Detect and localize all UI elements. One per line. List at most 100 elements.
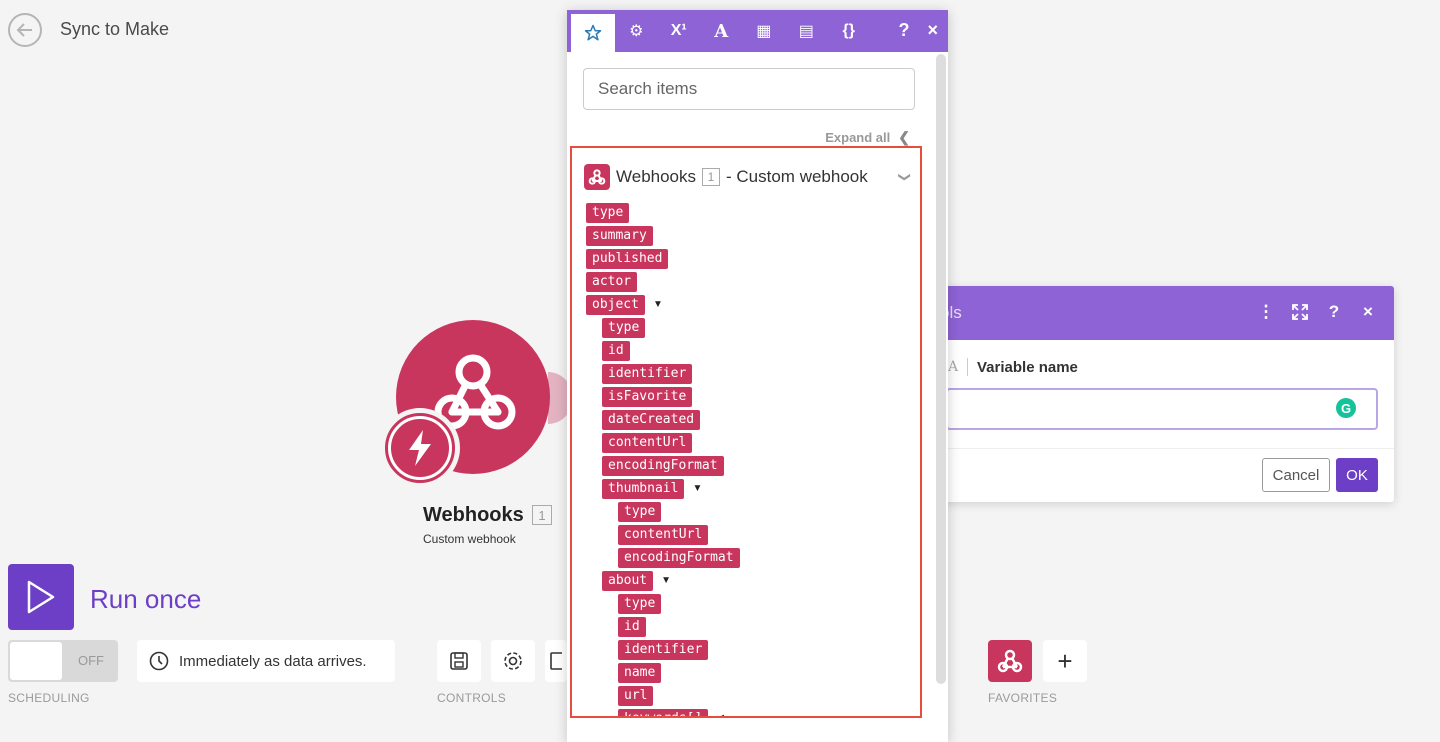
tree-item[interactable]: type bbox=[572, 201, 920, 224]
tree-item[interactable]: type bbox=[572, 592, 920, 615]
module-name: Webhooks bbox=[423, 504, 524, 526]
item-pill[interactable]: contentUrl bbox=[618, 524, 709, 545]
expand-all-label: Expand all bbox=[825, 130, 891, 145]
tree-item[interactable]: thumbnail ▼ bbox=[572, 477, 920, 500]
tree-item[interactable]: keywords[] ◀ bbox=[572, 707, 920, 716]
expand-icon[interactable] bbox=[1292, 300, 1308, 324]
variable-name-field[interactable]: G bbox=[946, 388, 1378, 430]
run-once-button[interactable] bbox=[8, 564, 74, 630]
item-pill[interactable]: identifier bbox=[618, 639, 709, 660]
tree-item[interactable]: actor bbox=[572, 270, 920, 293]
clock-icon bbox=[149, 651, 169, 671]
tree-header[interactable]: Webhooks 1 - Custom webhook bbox=[584, 164, 868, 190]
caret-down-icon[interactable]: ▼ bbox=[692, 483, 702, 494]
tree-item[interactable]: contentUrl bbox=[572, 431, 920, 454]
add-favorite-button[interactable]: + bbox=[1043, 640, 1087, 682]
caret-down-icon[interactable]: ▼ bbox=[653, 299, 663, 310]
more-icon[interactable]: ⋮ bbox=[1258, 300, 1275, 324]
item-pill[interactable]: about bbox=[602, 570, 654, 591]
variable-name-label: Variable name bbox=[977, 359, 1078, 376]
item-pill[interactable]: type bbox=[618, 501, 662, 522]
calendar-icon: ▦ bbox=[756, 23, 772, 40]
tab-general[interactable]: ⚙ bbox=[615, 10, 658, 52]
module-number: 1 bbox=[532, 505, 552, 525]
webhook-output-tree: Webhooks 1 - Custom webhook ❯ type summar… bbox=[570, 146, 922, 718]
tree-item[interactable]: encodingFormat bbox=[572, 454, 920, 477]
tree-item[interactable]: identifier bbox=[572, 638, 920, 661]
search-input[interactable]: Search items bbox=[583, 68, 915, 110]
item-pill[interactable]: isFavorite bbox=[602, 386, 693, 407]
favorite-webhooks-button[interactable] bbox=[988, 640, 1032, 682]
tree-item[interactable]: id bbox=[572, 615, 920, 638]
table-icon: ▤ bbox=[798, 23, 814, 40]
item-pill[interactable]: thumbnail bbox=[602, 478, 685, 499]
tree-item[interactable]: published bbox=[572, 247, 920, 270]
tree-item[interactable]: identifier bbox=[572, 362, 920, 385]
item-pill[interactable]: dateCreated bbox=[602, 409, 701, 430]
item-pill[interactable]: actor bbox=[586, 271, 638, 292]
close-icon[interactable]: × bbox=[1360, 300, 1376, 324]
item-pill[interactable]: type bbox=[586, 202, 630, 223]
item-pill[interactable]: url bbox=[618, 685, 654, 706]
scenario-title[interactable]: Sync to Make bbox=[60, 19, 169, 40]
ok-button[interactable]: OK bbox=[1336, 458, 1378, 492]
mapping-panel: ⚙ X¹ A ▦ ▤ {} ? × Search items Expand al… bbox=[567, 10, 948, 742]
tab-json[interactable]: {} bbox=[828, 10, 871, 52]
item-pill[interactable]: type bbox=[602, 317, 646, 338]
tree-item[interactable]: name bbox=[572, 661, 920, 684]
tab-math[interactable]: X¹ bbox=[658, 10, 701, 52]
tree-item[interactable]: encodingFormat bbox=[572, 546, 920, 569]
item-pill[interactable]: name bbox=[618, 662, 662, 683]
tree-item[interactable]: id bbox=[572, 339, 920, 362]
tree-item[interactable]: type bbox=[572, 500, 920, 523]
scheduling-toggle[interactable]: OFF bbox=[8, 640, 118, 682]
arrow-left-icon bbox=[16, 23, 32, 37]
module-subtitle: Custom webhook bbox=[423, 532, 516, 546]
help-icon[interactable]: ? bbox=[1326, 300, 1342, 324]
tree-item[interactable]: contentUrl bbox=[572, 523, 920, 546]
notes-button[interactable] bbox=[545, 640, 567, 682]
item-pill[interactable]: type bbox=[618, 593, 662, 614]
cancel-button[interactable]: Cancel bbox=[1262, 458, 1330, 492]
close-icon[interactable]: × bbox=[927, 20, 938, 41]
grammarly-icon[interactable]: G bbox=[1336, 398, 1356, 418]
item-pill[interactable]: object bbox=[586, 294, 645, 315]
schedule-setting[interactable]: Immediately as data arrives. bbox=[137, 640, 395, 682]
tree-subtitle: - Custom webhook bbox=[726, 167, 868, 186]
scheduling-label: SCHEDULING bbox=[8, 691, 90, 705]
item-pill[interactable]: identifier bbox=[602, 363, 693, 384]
help-icon[interactable]: ? bbox=[898, 20, 909, 41]
item-pill[interactable]: id bbox=[602, 340, 630, 361]
tree-item[interactable]: url bbox=[572, 684, 920, 707]
panel-scrollbar[interactable] bbox=[936, 54, 946, 684]
tab-text[interactable]: A bbox=[700, 10, 743, 52]
tab-favorites[interactable] bbox=[571, 10, 615, 52]
tree-item[interactable]: isFavorite bbox=[572, 385, 920, 408]
save-button[interactable] bbox=[437, 640, 481, 682]
tree-item[interactable]: summary bbox=[572, 224, 920, 247]
tree-item[interactable]: object ▼ bbox=[572, 293, 920, 316]
tree-item[interactable]: type bbox=[572, 316, 920, 339]
item-pill[interactable]: encodingFormat bbox=[618, 547, 740, 568]
toggle-state: OFF bbox=[78, 653, 104, 668]
tab-array[interactable]: ▤ bbox=[785, 10, 828, 52]
run-once-label[interactable]: Run once bbox=[90, 584, 201, 615]
chevron-down-icon[interactable]: ❯ bbox=[898, 172, 912, 182]
item-pill[interactable]: encodingFormat bbox=[602, 455, 724, 476]
toggle-knob bbox=[10, 642, 62, 680]
tree-item[interactable]: about ▼ bbox=[572, 569, 920, 592]
item-pill[interactable]: contentUrl bbox=[602, 432, 693, 453]
item-pill[interactable]: summary bbox=[586, 225, 653, 246]
item-pill[interactable]: keywords[] bbox=[618, 708, 709, 716]
tree-item[interactable]: dateCreated bbox=[572, 408, 920, 431]
divider bbox=[967, 358, 968, 376]
expand-all-button[interactable]: Expand all ❮ bbox=[825, 129, 910, 146]
caret-left-icon[interactable]: ◀ bbox=[716, 713, 724, 716]
settings-button[interactable] bbox=[491, 640, 535, 682]
caret-down-icon[interactable]: ▼ bbox=[661, 575, 671, 586]
item-pill[interactable]: id bbox=[618, 616, 646, 637]
star-icon bbox=[584, 24, 602, 41]
back-button[interactable] bbox=[8, 13, 42, 47]
item-pill[interactable]: published bbox=[586, 248, 669, 269]
tab-date[interactable]: ▦ bbox=[743, 10, 786, 52]
